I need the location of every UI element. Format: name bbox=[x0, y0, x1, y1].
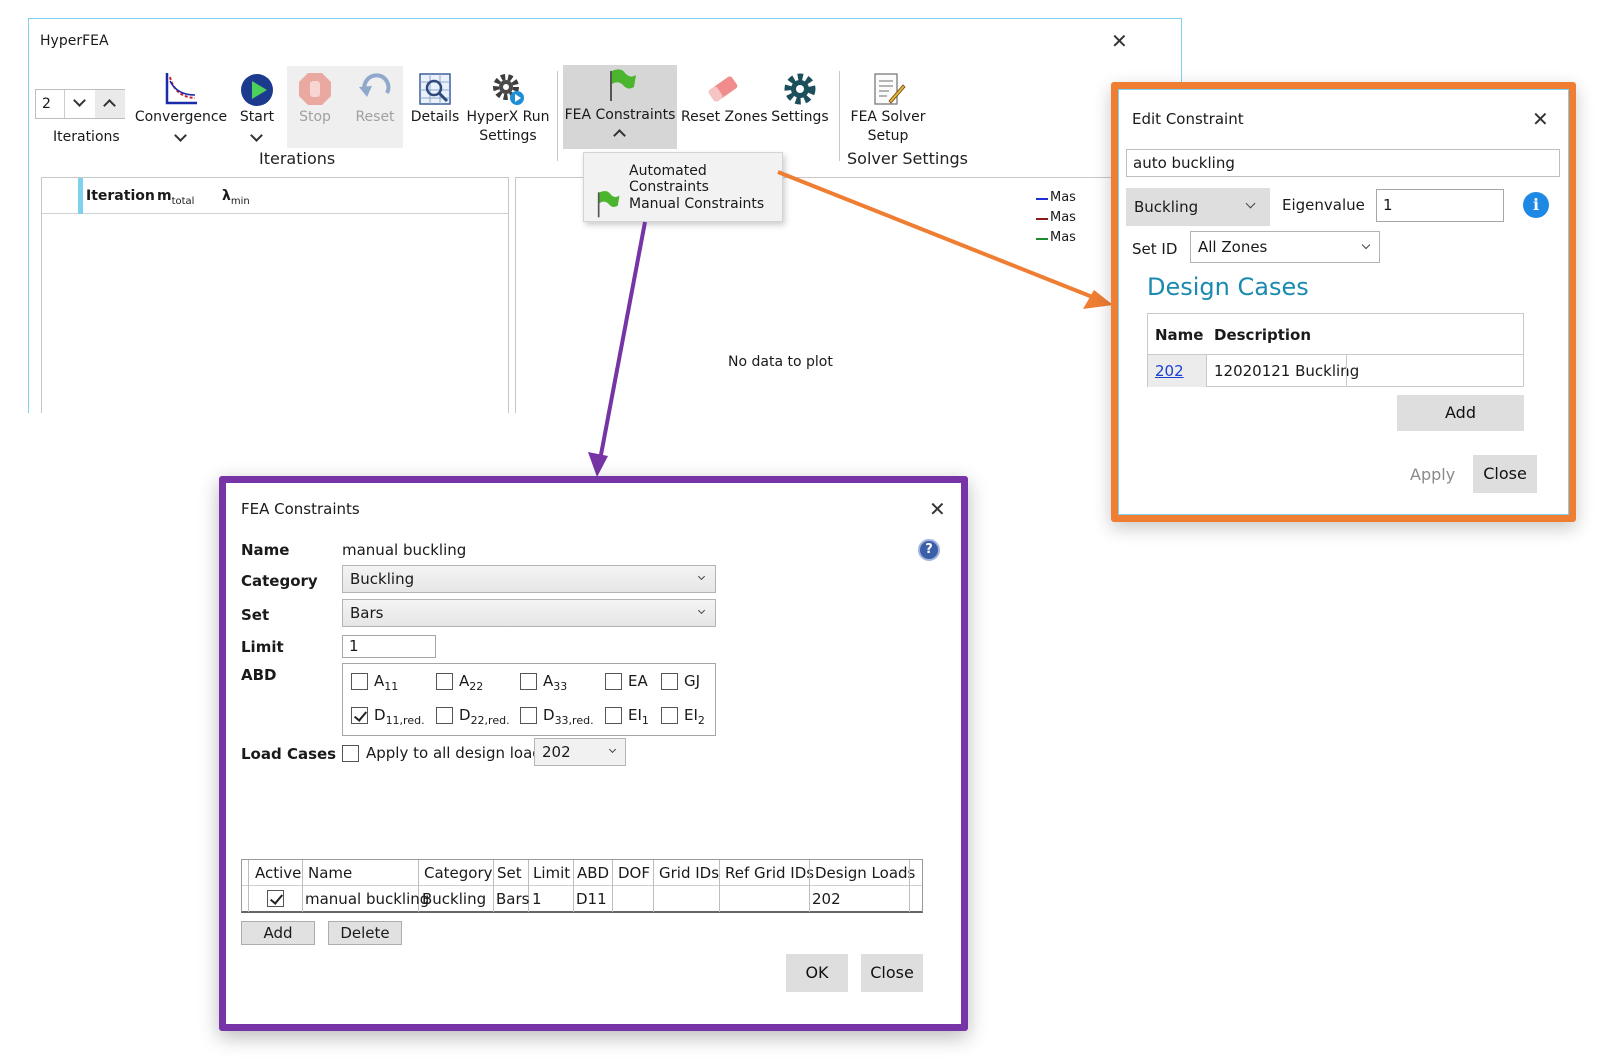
abd-label-a11: A11 bbox=[374, 672, 399, 693]
fea-constraints-close-button[interactable]: Close bbox=[861, 954, 923, 992]
abd-checkbox-d22[interactable] bbox=[436, 707, 453, 724]
abd-label-ea: EA bbox=[628, 672, 648, 690]
delete-constraint-button[interactable]: Delete bbox=[328, 921, 402, 945]
column-header-active: Active bbox=[255, 864, 302, 882]
constraint-name-value[interactable]: manual buckling bbox=[342, 541, 466, 559]
fea-constraints-dialog: FEA Constraints ✕ ? Name manual buckling… bbox=[219, 476, 968, 1031]
help-icon[interactable]: ? bbox=[918, 539, 940, 561]
column-header-limit: Limit bbox=[533, 864, 571, 882]
edit-constraint-close-button[interactable]: Close bbox=[1473, 455, 1537, 493]
edit-constraint-close-icon[interactable]: ✕ bbox=[1532, 107, 1549, 131]
add-constraint-button[interactable]: Add bbox=[241, 921, 315, 945]
ok-button[interactable]: OK bbox=[786, 954, 848, 992]
constraints-grid-header: Active Name Category Set Limit ABD DOF G… bbox=[242, 860, 922, 886]
category-label: Category bbox=[241, 572, 318, 590]
limit-label: Limit bbox=[241, 638, 284, 656]
column-header-name: Name bbox=[308, 864, 353, 882]
load-case-select[interactable]: 202 bbox=[534, 738, 626, 766]
abd-label-a33: A33 bbox=[543, 672, 568, 693]
abd-checkbox-ei2[interactable] bbox=[661, 707, 678, 724]
row-active-checkbox[interactable] bbox=[267, 890, 284, 907]
abd-label: ABD bbox=[241, 666, 277, 684]
info-icon[interactable]: i bbox=[1523, 192, 1549, 218]
design-case-description: 12020121 Buckling bbox=[1214, 362, 1360, 380]
design-case-link[interactable]: 202 bbox=[1155, 362, 1184, 380]
abd-checkbox-ea[interactable] bbox=[605, 673, 622, 690]
abd-checkbox-d33[interactable] bbox=[520, 707, 537, 724]
chevron-down-icon bbox=[1245, 198, 1256, 209]
load-cases-label: Load Cases bbox=[241, 745, 337, 763]
row-limit-cell: 1 bbox=[532, 890, 542, 908]
name-label: Name bbox=[241, 541, 290, 559]
abd-label-ei1: EI1 bbox=[628, 706, 649, 727]
abd-label-a22: A22 bbox=[459, 672, 484, 693]
eigenvalue-input[interactable]: 1 bbox=[1376, 189, 1504, 222]
abd-label-d11: D11,red. bbox=[374, 706, 425, 727]
row-set-cell: Bars bbox=[496, 890, 530, 908]
table-row[interactable]: 202 12020121 Buckling bbox=[1148, 355, 1523, 387]
abd-label-d33: D33,red. bbox=[543, 706, 594, 727]
add-design-case-button[interactable]: Add bbox=[1397, 395, 1524, 431]
design-cases-name-header: Name bbox=[1155, 326, 1204, 344]
apply-all-design-loads-checkbox[interactable] bbox=[342, 745, 359, 762]
orange-arrow bbox=[777, 170, 1101, 302]
abd-checkbox-a33[interactable] bbox=[520, 673, 537, 690]
apply-button[interactable]: Apply bbox=[1410, 465, 1455, 484]
chevron-down-icon bbox=[1361, 240, 1371, 250]
fea-constraints-close-icon[interactable]: ✕ bbox=[929, 497, 946, 521]
category-select[interactable]: Buckling bbox=[342, 565, 716, 593]
column-header-grid-ids: Grid IDs bbox=[659, 864, 720, 882]
design-cases-table: Name Description 202 12020121 Buckling bbox=[1147, 313, 1524, 387]
abd-checkbox-a11[interactable] bbox=[351, 673, 368, 690]
column-header-set: Set bbox=[497, 864, 522, 882]
row-category-cell: Buckling bbox=[422, 890, 487, 908]
apply-all-design-loads-label: Apply to all design loads bbox=[366, 744, 550, 762]
chevron-down-icon bbox=[697, 572, 706, 581]
table-row[interactable]: manual buckling Buckling Bars 1 D11 202 bbox=[242, 887, 922, 912]
category-value: Buckling bbox=[350, 570, 415, 588]
abd-checkbox-d11[interactable] bbox=[351, 707, 368, 724]
design-cases-heading: Design Cases bbox=[1147, 273, 1309, 301]
fea-constraints-title: FEA Constraints bbox=[241, 500, 360, 518]
column-header-dof: DOF bbox=[618, 864, 650, 882]
load-case-value: 202 bbox=[542, 743, 571, 761]
abd-label-ei2: EI2 bbox=[684, 706, 705, 727]
row-abd-cell: D11 bbox=[576, 890, 607, 908]
constraint-name-input[interactable]: auto buckling bbox=[1126, 149, 1560, 177]
abd-checkbox-gj[interactable] bbox=[661, 673, 678, 690]
set-id-value: All Zones bbox=[1198, 238, 1268, 256]
design-cases-description-header: Description bbox=[1214, 326, 1312, 344]
edit-constraint-title: Edit Constraint bbox=[1132, 110, 1244, 128]
column-header-category: Category bbox=[424, 864, 493, 882]
constraint-type-value: Buckling bbox=[1134, 198, 1199, 216]
set-select[interactable]: Bars bbox=[342, 599, 716, 627]
abd-checkbox-a22[interactable] bbox=[436, 673, 453, 690]
column-header-design-loads: Design Loads bbox=[815, 864, 916, 882]
abd-label-d22: D22,red. bbox=[459, 706, 510, 727]
row-name-cell: manual buckling bbox=[305, 890, 430, 908]
chevron-down-icon bbox=[608, 745, 617, 754]
set-id-label: Set ID bbox=[1132, 240, 1178, 258]
row-design-loads-cell: 202 bbox=[812, 890, 841, 908]
edit-constraint-dialog: Edit Constraint ✕ auto buckling Buckling… bbox=[1111, 82, 1576, 522]
set-value: Bars bbox=[350, 604, 384, 622]
purple-arrow bbox=[598, 221, 647, 461]
abd-label-gj: GJ bbox=[684, 672, 701, 690]
column-header-abd: ABD bbox=[577, 864, 610, 882]
chevron-down-icon bbox=[697, 606, 706, 615]
orange-arrowhead bbox=[1083, 290, 1113, 309]
column-header-ref-grid-ids: Ref Grid IDs bbox=[725, 864, 815, 882]
set-label: Set bbox=[241, 606, 270, 624]
limit-input[interactable]: 1 bbox=[342, 635, 436, 658]
abd-checkbox-ei1[interactable] bbox=[605, 707, 622, 724]
constraints-grid: Active Name Category Set Limit ABD DOF G… bbox=[241, 859, 923, 913]
abd-checkbox-group: A11 A22 A33 EA GJ D11,red. D22,red. D33,… bbox=[342, 663, 716, 736]
constraint-type-select[interactable]: Buckling bbox=[1126, 188, 1270, 226]
purple-arrowhead bbox=[588, 452, 608, 477]
eigenvalue-label: Eigenvalue bbox=[1282, 196, 1365, 214]
set-id-select[interactable]: All Zones bbox=[1190, 231, 1380, 263]
